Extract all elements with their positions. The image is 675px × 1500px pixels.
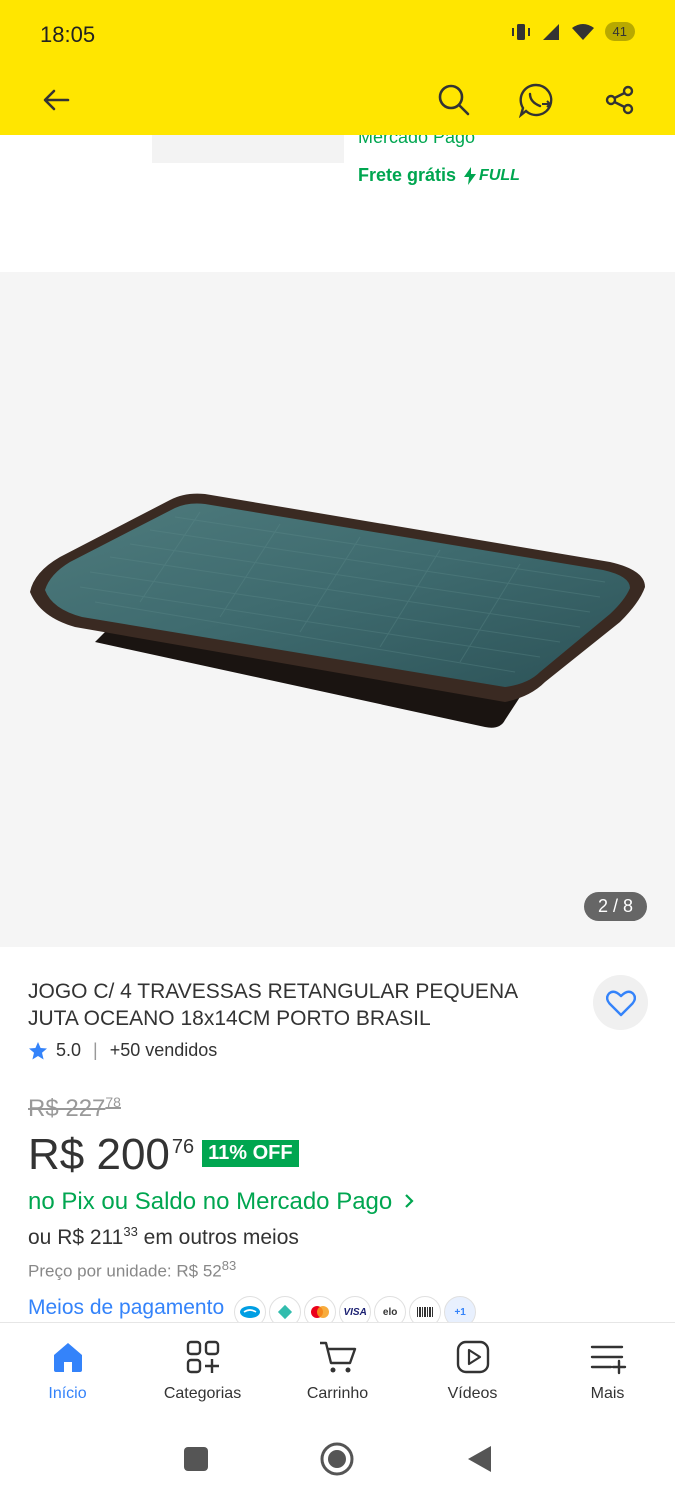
- tab-mais[interactable]: Mais: [540, 1323, 675, 1422]
- unit-price: Preço por unidade: R$ 5283: [28, 1258, 236, 1282]
- tab-videos[interactable]: Vídeos: [405, 1323, 540, 1422]
- other-price-suffix: em outros meios: [137, 1226, 299, 1249]
- pix-text: no Pix ou Saldo no Mercado Pago: [28, 1188, 393, 1215]
- elo-icon: elo: [374, 1296, 407, 1324]
- tab-label: Início: [48, 1385, 87, 1402]
- free-shipping-text: Frete grátis: [358, 165, 457, 185]
- other-payment-price: ou R$ 21133 em outros meios: [28, 1224, 299, 1250]
- payment-methods-row[interactable]: Meios de pagamento VISA elo +1: [28, 1296, 477, 1324]
- search-button[interactable]: [432, 78, 476, 122]
- image-counter: 2 / 8: [583, 892, 647, 921]
- signal-icon: [542, 23, 559, 40]
- search-icon: [438, 84, 470, 116]
- tab-label: Categorias: [163, 1385, 242, 1402]
- home-icon: [53, 1343, 82, 1372]
- fragment-thumbnail: [152, 135, 344, 163]
- pix-payment-link[interactable]: no Pix ou Saldo no Mercado Pago: [28, 1188, 415, 1216]
- battery-indicator: 41: [604, 22, 635, 41]
- app-header: 18:05 41: [0, 0, 675, 135]
- recents-button[interactable]: [183, 1446, 209, 1477]
- discount-badge: 11% OFF: [202, 1140, 299, 1167]
- mastercard-icon: [304, 1296, 337, 1324]
- product-title: JOGO C/ 4 TRAVESSAS RETANGULAR PEQUENA J…: [28, 980, 517, 1030]
- header-nav: [0, 70, 675, 130]
- share-button[interactable]: [598, 78, 642, 122]
- cart-icon: [319, 1341, 356, 1373]
- boleto-icon: [409, 1296, 442, 1324]
- original-price: R$ 22778: [28, 1094, 121, 1123]
- tab-label: Vídeos: [447, 1385, 498, 1402]
- tab-label: Carrinho: [306, 1385, 369, 1402]
- categories-icon: [186, 1340, 219, 1374]
- share-icon: [605, 85, 634, 115]
- other-price-cents: 33: [123, 1224, 138, 1239]
- product-image: [30, 493, 645, 728]
- home-system-button[interactable]: [319, 1441, 355, 1482]
- full-text: FULL: [479, 166, 520, 184]
- tab-carrinho[interactable]: Carrinho: [270, 1323, 405, 1422]
- chevron-right-icon: [405, 1194, 414, 1208]
- original-price-main: R$ 227: [28, 1095, 106, 1122]
- full-badge: FULL: [464, 166, 520, 185]
- sold-count: +50 vendidos: [109, 1040, 218, 1060]
- more-payments-badge: +1: [444, 1296, 477, 1324]
- heart-icon: [605, 990, 636, 1016]
- unit-price-main: Preço por unidade: R$ 52: [28, 1261, 222, 1281]
- other-price-prefix: ou R$ 211: [28, 1226, 124, 1249]
- payment-methods-link[interactable]: Meios de pagamento: [28, 1296, 224, 1320]
- product-info: JOGO C/ 4 TRAVESSAS RETANGULAR PEQUENA J…: [28, 978, 648, 1032]
- status-time: 18:05: [40, 22, 96, 47]
- fragment-mercado-pago: Mercado Pago: [358, 135, 476, 147]
- whatsapp-icon: [518, 83, 553, 118]
- lightning-icon: [464, 166, 477, 185]
- tab-label: Mais: [590, 1385, 625, 1402]
- price-cents: 76: [171, 1136, 195, 1158]
- star-icon: [29, 1041, 47, 1059]
- bottom-navigation: Início Categorias Carrinho Vídeos Mais: [0, 1322, 675, 1422]
- mercado-pago-icon: [234, 1296, 267, 1324]
- status-bar: 18:05 41: [0, 0, 675, 70]
- wifi-icon: [571, 23, 594, 40]
- vibrate-icon: [511, 23, 530, 40]
- price-main: R$ 200: [28, 1130, 170, 1179]
- back-system-button[interactable]: [465, 1444, 493, 1479]
- back-button[interactable]: [34, 78, 78, 122]
- product-image-gallery[interactable]: 2 / 8: [0, 272, 675, 947]
- pix-icon: [269, 1296, 302, 1324]
- circle-icon: [320, 1442, 353, 1475]
- rating-separator: |: [93, 1040, 98, 1060]
- payment-icons: VISA elo +1: [234, 1296, 477, 1324]
- current-price: R$ 200 76 11% OFF: [28, 1130, 299, 1180]
- previous-card-fragment: Mercado Pago Frete grátis FULL: [0, 135, 675, 270]
- whatsapp-share-button[interactable]: [514, 78, 558, 122]
- rating-value: 5.0: [56, 1040, 82, 1060]
- free-shipping-label: Frete grátis FULL: [358, 165, 520, 186]
- tab-inicio[interactable]: Início: [0, 1323, 135, 1422]
- square-icon: [183, 1446, 208, 1471]
- visa-icon: VISA: [339, 1296, 372, 1324]
- back-arrow-icon: [43, 89, 70, 111]
- menu-plus-icon: [590, 1345, 626, 1375]
- favorite-button[interactable]: [593, 975, 648, 1030]
- rating-row[interactable]: 5.0 | +50 vendidos: [28, 1040, 217, 1061]
- tab-categorias[interactable]: Categorias: [135, 1323, 270, 1422]
- original-price-cents: 78: [105, 1094, 121, 1110]
- status-icons: 41: [511, 22, 635, 41]
- triangle-back-icon: [467, 1445, 491, 1472]
- system-navigation-bar: [0, 1422, 675, 1500]
- video-icon: [456, 1340, 489, 1374]
- unit-price-cents: 83: [221, 1258, 237, 1273]
